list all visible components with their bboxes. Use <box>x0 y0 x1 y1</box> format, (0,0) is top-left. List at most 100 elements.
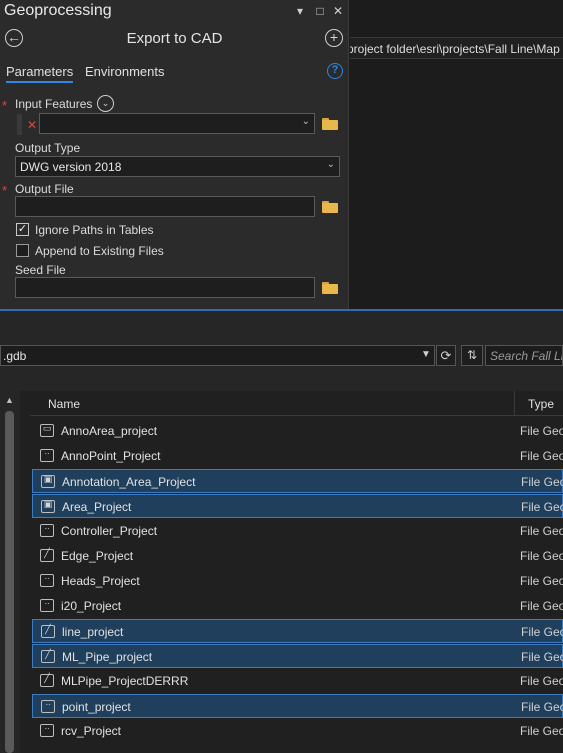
browse-folder-icon[interactable] <box>322 282 338 294</box>
item-list: ▲ Name Type ▭ AnnoArea_project File Geo ∙∙ A… <box>0 391 563 753</box>
list-item[interactable]: ╱ MLPipe_ProjectDERRR File Geo <box>32 669 563 693</box>
item-type: File Geo <box>521 500 563 514</box>
maximize-icon[interactable]: □ <box>312 3 328 19</box>
point-fc-icon: ∙∙ <box>40 573 54 587</box>
item-name: AnnoPoint_Project <box>61 449 161 463</box>
point-fc-icon: ∙∙ <box>40 523 54 537</box>
annotation-fc-icon: ▣ <box>41 474 55 488</box>
list-item[interactable]: ∙∙ Controller_Project File Geo <box>32 519 563 543</box>
tab-environments[interactable]: Environments <box>85 64 164 79</box>
remove-icon[interactable]: ✕ <box>27 118 37 132</box>
refresh-icon[interactable]: ⟳ <box>436 345 456 366</box>
required-marker: * <box>2 98 8 113</box>
output-file-field[interactable] <box>15 196 315 217</box>
item-name: Area_Project <box>62 500 132 514</box>
append-label: Append to Existing Files <box>35 244 164 258</box>
point-fc-icon: ∙∙ <box>40 448 54 462</box>
scroll-up-icon[interactable]: ▲ <box>5 395 14 405</box>
item-type: File Geo <box>520 599 563 613</box>
tab-parameters[interactable]: Parameters <box>6 64 74 83</box>
polygon-fc-icon: ▭ <box>40 423 54 437</box>
scroll-thumb[interactable] <box>5 411 14 753</box>
back-icon[interactable]: ← <box>5 29 23 47</box>
required-marker: * <box>2 183 8 198</box>
list-item[interactable]: ▣ Annotation_Area_Project File Geo <box>32 469 563 493</box>
column-name-header[interactable]: Name <box>48 397 80 411</box>
path-bar[interactable]: project folder\esri\projects\Fall Line\M… <box>350 37 563 59</box>
list-item[interactable]: ▭ AnnoArea_project File Geo <box>32 419 563 443</box>
item-type: File Geo <box>520 674 563 688</box>
line-fc-icon: ╱ <box>40 673 54 687</box>
item-name: Controller_Project <box>61 524 158 538</box>
dropdown-arrow-icon[interactable]: ▼ <box>421 349 431 360</box>
annotation-fc-icon: ▣ <box>41 499 55 513</box>
help-icon[interactable]: ? <box>327 63 343 79</box>
input-features-field[interactable]: ⌄ <box>39 113 315 134</box>
tool-header: Export to CAD ← + <box>0 26 349 52</box>
item-type: File Geo <box>520 424 563 438</box>
item-name: i20_Project <box>61 599 122 613</box>
search-placeholder: Search Fall Line <box>490 349 563 363</box>
item-type: File Geo <box>521 625 563 639</box>
output-type-select[interactable]: DWG version 2018 ⌄ <box>15 156 340 177</box>
ignore-paths-checkbox[interactable]: ✓ <box>16 223 29 236</box>
column-header: Name Type <box>30 391 563 416</box>
pane-titlebar: Geoprocessing ▾ □ ✕ <box>0 0 349 24</box>
item-type: File Geo <box>521 700 563 714</box>
list-item[interactable]: ▣ Area_Project File Geo <box>32 494 563 518</box>
path-text: project folder\esri\projects\Fall Line\M… <box>350 42 560 56</box>
tool-name: Export to CAD <box>126 30 223 47</box>
close-icon[interactable]: ✕ <box>330 3 346 19</box>
chevron-down-icon[interactable]: ⌄ <box>97 95 114 112</box>
item-name: Annotation_Area_Project <box>62 475 196 489</box>
seed-file-field[interactable] <box>15 277 315 298</box>
item-name: Edge_Project <box>61 549 134 563</box>
point-fc-icon: ∙∙ <box>41 699 55 713</box>
browse-folder-icon[interactable] <box>322 118 338 130</box>
line-fc-icon: ╱ <box>41 649 55 663</box>
list-item[interactable]: ∙∙ AnnoPoint_Project File Geo <box>32 444 563 468</box>
pane-title: Geoprocessing <box>4 2 112 19</box>
row-grip[interactable] <box>17 114 22 135</box>
item-name: line_project <box>62 625 124 639</box>
list-item[interactable]: ╱ ML_Pipe_project File Geo <box>32 644 563 668</box>
column-divider[interactable] <box>514 391 515 416</box>
item-type: File Geo <box>520 549 563 563</box>
append-checkbox[interactable] <box>16 244 29 257</box>
address-text: .gdb <box>3 349 27 363</box>
address-bar[interactable]: .gdb <box>0 345 435 366</box>
list-item[interactable]: ╱ Edge_Project File Geo <box>32 544 563 568</box>
item-name: AnnoArea_project <box>61 424 158 438</box>
item-name: Heads_Project <box>61 574 140 588</box>
output-file-label: Output File <box>15 182 74 196</box>
item-type: File Geo <box>520 449 563 463</box>
item-type: File Geo <box>521 650 563 664</box>
item-name: rcv_Project <box>61 724 122 738</box>
sort-icon[interactable]: ⇅ <box>461 345 483 366</box>
ignore-paths-label: Ignore Paths in Tables <box>35 223 154 237</box>
chevron-down-icon[interactable]: ⌄ <box>327 159 335 170</box>
item-type: File Geo <box>520 574 563 588</box>
chevron-down-icon[interactable]: ⌄ <box>302 116 310 127</box>
column-type-header[interactable]: Type <box>528 397 554 411</box>
browse-folder-icon[interactable] <box>322 201 338 213</box>
list-item[interactable]: ∙∙ point_project File Geo <box>32 694 563 718</box>
geoprocessing-pane: Geoprocessing ▾ □ ✕ Export to CAD ← + Pa… <box>0 0 349 309</box>
vertical-scrollbar[interactable]: ▲ <box>0 391 20 753</box>
chevron-down-icon[interactable]: ▾ <box>292 3 308 19</box>
item-type: File Geo <box>520 524 563 538</box>
map-view: project folder\esri\projects\Fall Line\M… <box>350 0 563 309</box>
list-item[interactable]: ∙∙ rcv_Project File Geo <box>32 719 563 743</box>
output-type-value: DWG version 2018 <box>20 160 122 174</box>
output-type-label: Output Type <box>15 141 81 155</box>
item-type: File Geo <box>520 724 563 738</box>
input-features-label: Input Features <box>15 97 93 111</box>
add-icon[interactable]: + <box>325 29 343 47</box>
list-item[interactable]: ∙∙ Heads_Project File Geo <box>32 569 563 593</box>
line-fc-icon: ╱ <box>41 624 55 638</box>
list-item[interactable]: ∙∙ i20_Project File Geo <box>32 594 563 618</box>
search-input[interactable]: Search Fall Line <box>485 345 563 366</box>
item-name: point_project <box>62 700 131 714</box>
list-item[interactable]: ╱ line_project File Geo <box>32 619 563 643</box>
point-fc-icon: ∙∙ <box>40 598 54 612</box>
